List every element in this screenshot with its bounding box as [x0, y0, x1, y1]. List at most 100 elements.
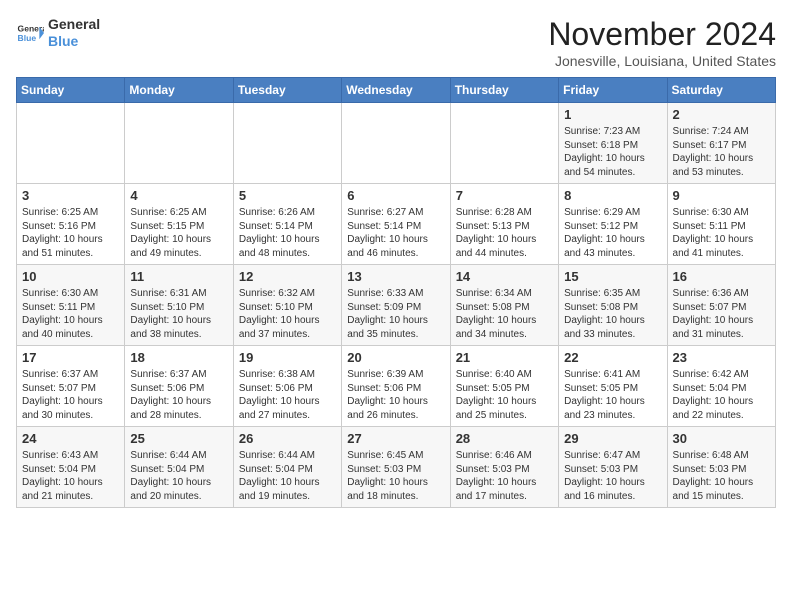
calendar-cell: 5Sunrise: 6:26 AM Sunset: 5:14 PM Daylig… — [233, 184, 341, 265]
cell-content: Sunrise: 6:44 AM Sunset: 5:04 PM Dayligh… — [239, 449, 336, 503]
cell-content: Sunrise: 6:38 AM Sunset: 5:06 PM Dayligh… — [239, 368, 336, 422]
calendar-cell: 7Sunrise: 6:28 AM Sunset: 5:13 PM Daylig… — [450, 184, 558, 265]
day-number: 21 — [456, 350, 553, 365]
day-header-friday: Friday — [559, 78, 667, 103]
calendar-cell: 2 Sunrise: 7:24 AM Sunset: 6:17 PM Daylig… — [667, 103, 775, 184]
day-number: 24 — [22, 431, 119, 446]
day-number: 9 — [673, 188, 770, 203]
calendar-cell: 10 Sunrise: 6:30 AM Sunset: 5:11 PM Dayli… — [17, 265, 125, 346]
calendar-cell: 9 Sunrise: 6:30 AM Sunset: 5:11 PM Daylig… — [667, 184, 775, 265]
calendar-week-row: 3Sunrise: 6:25 AM Sunset: 5:16 PM Daylig… — [17, 184, 776, 265]
calendar-cell: 16Sunrise: 6:36 AM Sunset: 5:07 PM Dayli… — [667, 265, 775, 346]
calendar-cell: 28 Sunrise: 6:46 AM Sunset: 5:03 PM Dayli… — [450, 427, 558, 508]
calendar-cell: 22 Sunrise: 6:41 AM Sunset: 5:05 PM Dayli… — [559, 346, 667, 427]
cell-content: Sunrise: 6:34 AM Sunset: 5:08 PM Dayligh… — [456, 287, 553, 341]
cell-content: Sunrise: 6:25 AM Sunset: 5:16 PM Dayligh… — [22, 206, 119, 260]
svg-text:Blue: Blue — [18, 33, 37, 43]
calendar-week-row: 1Sunrise: 7:23 AM Sunset: 6:18 PM Daylig… — [17, 103, 776, 184]
day-number: 19 — [239, 350, 336, 365]
day-number: 28 — [456, 431, 553, 446]
calendar-cell: 6 Sunrise: 6:27 AM Sunset: 5:14 PM Daylig… — [342, 184, 450, 265]
cell-content: Sunrise: 6:41 AM Sunset: 5:05 PM Dayligh… — [564, 368, 661, 422]
day-number: 22 — [564, 350, 661, 365]
cell-content: Sunrise: 7:23 AM Sunset: 6:18 PM Dayligh… — [564, 125, 661, 179]
cell-content: Sunrise: 7:24 AM Sunset: 6:17 PM Dayligh… — [673, 125, 770, 179]
day-number: 26 — [239, 431, 336, 446]
cell-content: Sunrise: 6:29 AM Sunset: 5:12 PM Dayligh… — [564, 206, 661, 260]
day-number: 6 — [347, 188, 444, 203]
day-header-sunday: Sunday — [17, 78, 125, 103]
calendar-cell — [125, 103, 233, 184]
day-header-saturday: Saturday — [667, 78, 775, 103]
calendar-cell: 11 Sunrise: 6:31 AM Sunset: 5:10 PM Dayli… — [125, 265, 233, 346]
location-subtitle: Jonesville, Louisiana, United States — [548, 53, 776, 69]
calendar-table: SundayMondayTuesdayWednesdayThursdayFrid… — [16, 77, 776, 508]
calendar-cell: 15 Sunrise: 6:35 AM Sunset: 5:08 PM Dayli… — [559, 265, 667, 346]
cell-content: Sunrise: 6:39 AM Sunset: 5:06 PM Dayligh… — [347, 368, 444, 422]
cell-content: Sunrise: 6:35 AM Sunset: 5:08 PM Dayligh… — [564, 287, 661, 341]
day-number: 2 — [673, 107, 770, 122]
logo-text: General Blue — [48, 16, 100, 50]
cell-content: Sunrise: 6:40 AM Sunset: 5:05 PM Dayligh… — [456, 368, 553, 422]
calendar-week-row: 17Sunrise: 6:37 AM Sunset: 5:07 PM Dayli… — [17, 346, 776, 427]
calendar-cell: 20 Sunrise: 6:39 AM Sunset: 5:06 PM Dayli… — [342, 346, 450, 427]
day-number: 10 — [22, 269, 119, 284]
cell-content: Sunrise: 6:43 AM Sunset: 5:04 PM Dayligh… — [22, 449, 119, 503]
cell-content: Sunrise: 6:28 AM Sunset: 5:13 PM Dayligh… — [456, 206, 553, 260]
calendar-cell: 21 Sunrise: 6:40 AM Sunset: 5:05 PM Dayli… — [450, 346, 558, 427]
day-number: 16 — [673, 269, 770, 284]
day-number: 29 — [564, 431, 661, 446]
day-header-wednesday: Wednesday — [342, 78, 450, 103]
cell-content: Sunrise: 6:32 AM Sunset: 5:10 PM Dayligh… — [239, 287, 336, 341]
calendar-cell: 30Sunrise: 6:48 AM Sunset: 5:03 PM Dayli… — [667, 427, 775, 508]
cell-content: Sunrise: 6:25 AM Sunset: 5:15 PM Dayligh… — [130, 206, 227, 260]
day-number: 8 — [564, 188, 661, 203]
calendar-cell: 19 Sunrise: 6:38 AM Sunset: 5:06 PM Dayli… — [233, 346, 341, 427]
day-number: 14 — [456, 269, 553, 284]
day-number: 18 — [130, 350, 227, 365]
day-header-monday: Monday — [125, 78, 233, 103]
calendar-cell: 18 Sunrise: 6:37 AM Sunset: 5:06 PM Dayli… — [125, 346, 233, 427]
calendar-cell: 12 Sunrise: 6:32 AM Sunset: 5:10 PM Dayli… — [233, 265, 341, 346]
calendar-header-row: SundayMondayTuesdayWednesdayThursdayFrid… — [17, 78, 776, 103]
day-number: 12 — [239, 269, 336, 284]
logo-blue: Blue — [48, 33, 78, 49]
day-number: 15 — [564, 269, 661, 284]
calendar-cell: 3Sunrise: 6:25 AM Sunset: 5:16 PM Daylig… — [17, 184, 125, 265]
calendar-week-row: 24 Sunrise: 6:43 AM Sunset: 5:04 PM Dayli… — [17, 427, 776, 508]
calendar-cell: 23 Sunrise: 6:42 AM Sunset: 5:04 PM Dayli… — [667, 346, 775, 427]
calendar-cell: 24 Sunrise: 6:43 AM Sunset: 5:04 PM Dayli… — [17, 427, 125, 508]
day-number: 17 — [22, 350, 119, 365]
day-number: 11 — [130, 269, 227, 284]
month-title: November 2024 — [548, 16, 776, 53]
day-number: 30 — [673, 431, 770, 446]
calendar-cell: 4 Sunrise: 6:25 AM Sunset: 5:15 PM Daylig… — [125, 184, 233, 265]
calendar-cell — [233, 103, 341, 184]
cell-content: Sunrise: 6:30 AM Sunset: 5:11 PM Dayligh… — [22, 287, 119, 341]
calendar-cell: 29 Sunrise: 6:47 AM Sunset: 5:03 PM Dayli… — [559, 427, 667, 508]
cell-content: Sunrise: 6:27 AM Sunset: 5:14 PM Dayligh… — [347, 206, 444, 260]
day-header-thursday: Thursday — [450, 78, 558, 103]
title-section: November 2024 Jonesville, Louisiana, Uni… — [548, 16, 776, 69]
calendar-cell: 26 Sunrise: 6:44 AM Sunset: 5:04 PM Dayli… — [233, 427, 341, 508]
calendar-cell — [450, 103, 558, 184]
calendar-cell: 27Sunrise: 6:45 AM Sunset: 5:03 PM Dayli… — [342, 427, 450, 508]
calendar-cell: 1Sunrise: 7:23 AM Sunset: 6:18 PM Daylig… — [559, 103, 667, 184]
day-number: 13 — [347, 269, 444, 284]
day-number: 20 — [347, 350, 444, 365]
day-number: 23 — [673, 350, 770, 365]
cell-content: Sunrise: 6:46 AM Sunset: 5:03 PM Dayligh… — [456, 449, 553, 503]
cell-content: Sunrise: 6:31 AM Sunset: 5:10 PM Dayligh… — [130, 287, 227, 341]
cell-content: Sunrise: 6:47 AM Sunset: 5:03 PM Dayligh… — [564, 449, 661, 503]
cell-content: Sunrise: 6:42 AM Sunset: 5:04 PM Dayligh… — [673, 368, 770, 422]
day-number: 4 — [130, 188, 227, 203]
calendar-week-row: 10 Sunrise: 6:30 AM Sunset: 5:11 PM Dayli… — [17, 265, 776, 346]
calendar-cell — [17, 103, 125, 184]
logo-general: General — [48, 16, 100, 32]
day-number: 5 — [239, 188, 336, 203]
cell-content: Sunrise: 6:37 AM Sunset: 5:06 PM Dayligh… — [130, 368, 227, 422]
calendar-cell: 17Sunrise: 6:37 AM Sunset: 5:07 PM Dayli… — [17, 346, 125, 427]
calendar-cell: 8 Sunrise: 6:29 AM Sunset: 5:12 PM Daylig… — [559, 184, 667, 265]
cell-content: Sunrise: 6:30 AM Sunset: 5:11 PM Dayligh… — [673, 206, 770, 260]
day-number: 27 — [347, 431, 444, 446]
